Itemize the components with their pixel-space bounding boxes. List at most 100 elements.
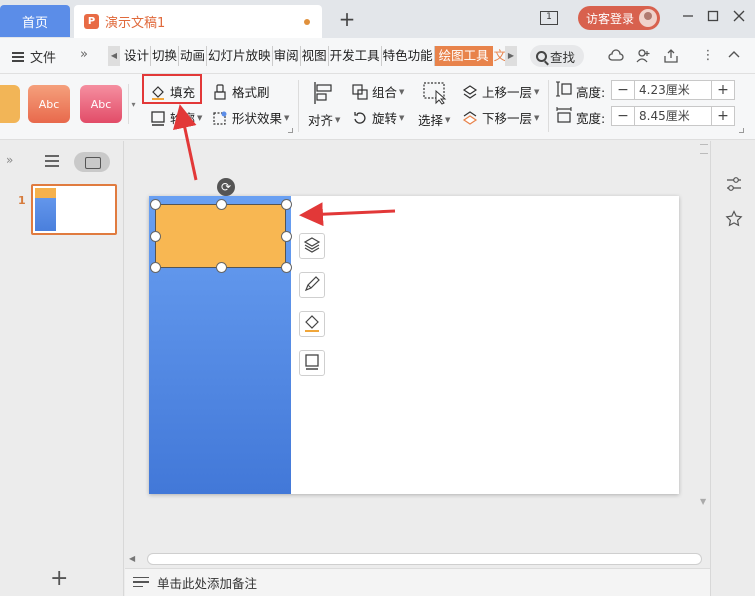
rotate-button[interactable]: 旋转 ▼: [352, 108, 404, 127]
window-count-badge[interactable]: 1: [540, 11, 558, 25]
notes-bar[interactable]: 单击此处添加备注: [125, 568, 710, 596]
slide[interactable]: ⟳: [149, 178, 679, 494]
format-painter-icon: [212, 83, 228, 100]
tab-slideshow[interactable]: 幻灯片放映: [207, 46, 273, 66]
guest-login-button[interactable]: 访客登录: [578, 6, 660, 30]
horizontal-scrollbar[interactable]: ◀: [125, 551, 710, 567]
shape-style-orange[interactable]: Abc: [28, 85, 70, 123]
slide-number: 1: [18, 194, 26, 207]
chevron-down-icon: ▼: [335, 115, 341, 124]
outline-tool[interactable]: [299, 350, 325, 376]
slide-view-icon[interactable]: [74, 152, 110, 172]
tab-review[interactable]: 审阅: [273, 46, 301, 66]
document-title: 演示文稿1: [105, 16, 166, 31]
file-menu[interactable]: 文件: [12, 47, 56, 66]
style-gallery-dropdown-icon[interactable]: ▾: [128, 84, 138, 124]
group-button[interactable]: 组合 ▼: [352, 82, 404, 101]
collapse-panel-icon[interactable]: »: [6, 153, 13, 167]
rotate-handle-icon[interactable]: ⟳: [217, 178, 235, 196]
new-tab-button[interactable]: +: [336, 8, 358, 30]
align-icon[interactable]: [312, 81, 336, 105]
width-input[interactable]: 8.45厘米: [634, 107, 712, 125]
send-backward-label: 下移一层: [482, 111, 533, 126]
resize-handle[interactable]: [281, 262, 292, 273]
resize-handle[interactable]: [281, 199, 292, 210]
right-toolbar: [710, 141, 755, 596]
tab-view[interactable]: 视图: [301, 46, 329, 66]
tab-drawing-tools[interactable]: 绘图工具: [434, 46, 493, 66]
resize-handle[interactable]: [281, 231, 292, 242]
expand-menu-icon[interactable]: »: [80, 47, 88, 62]
minimize-icon[interactable]: [678, 8, 698, 28]
select-button[interactable]: 选择 ▼: [418, 110, 450, 129]
tab-home[interactable]: 首页: [0, 5, 70, 37]
resize-handle[interactable]: [150, 231, 161, 242]
width-label: 宽度:: [576, 111, 606, 126]
collapse-ribbon-icon[interactable]: [726, 48, 742, 64]
fill-bucket-icon: [303, 314, 321, 335]
height-increase-button[interactable]: +: [712, 81, 734, 99]
shape-style-partial[interactable]: [0, 85, 20, 123]
outline-view-icon[interactable]: [45, 155, 59, 167]
shape-effects-button[interactable]: 形状效果 ▼: [212, 108, 289, 127]
tab-transitions[interactable]: 切换: [151, 46, 180, 66]
shape-effects-icon: [212, 110, 228, 126]
select-icon[interactable]: [422, 81, 448, 105]
ribbon-tabs: 设计 切换 动画 幻灯片放映 审阅 视图 开发工具 特色功能 绘图工具 文: [123, 46, 507, 66]
share-icon[interactable]: [663, 48, 679, 64]
bring-forward-label: 上移一层: [482, 85, 533, 100]
menu-row: 文件 » ◀ 设计 切换 动画 幻灯片放映 审阅 视图 开发工具 特色功能 绘图…: [0, 38, 755, 74]
tab-document[interactable]: P 演示文稿1: [74, 5, 322, 38]
outline-label: 轮廓: [170, 111, 196, 126]
width-decrease-button[interactable]: −: [612, 107, 634, 125]
collaborate-icon[interactable]: [635, 48, 651, 64]
cloud-icon[interactable]: [608, 48, 624, 64]
outline-button[interactable]: 轮廓 ▼: [150, 108, 202, 127]
menu-scroll-left-icon[interactable]: ◀: [108, 46, 120, 66]
height-input[interactable]: 4.23厘米: [634, 81, 712, 99]
rotate-icon: [352, 110, 368, 126]
dialog-launcher-icon[interactable]: [288, 128, 293, 133]
size-dialog-launcher-icon[interactable]: [739, 128, 744, 133]
resize-handle[interactable]: [150, 262, 161, 273]
pen-tool[interactable]: [299, 272, 325, 298]
chevron-down-icon: ▼: [399, 87, 405, 96]
scroll-thumb[interactable]: [700, 144, 708, 154]
unsaved-dot-icon[interactable]: [304, 19, 310, 25]
star-icon[interactable]: [724, 209, 744, 229]
tab-developer[interactable]: 开发工具: [329, 46, 382, 66]
send-backward-button[interactable]: 下移一层 ▼: [462, 108, 539, 127]
resize-handle[interactable]: [216, 262, 227, 273]
highlight-box: [142, 74, 202, 104]
resize-handle[interactable]: [150, 199, 161, 210]
tab-special-features[interactable]: 特色功能: [382, 46, 435, 66]
search-button[interactable]: 查找: [530, 45, 584, 67]
scroll-track[interactable]: [147, 553, 702, 565]
format-painter-button[interactable]: 格式刷: [212, 82, 270, 101]
tab-animation[interactable]: 动画: [179, 46, 208, 66]
bring-forward-button[interactable]: 上移一层 ▼: [462, 82, 539, 101]
slides-panel: » 1 +: [0, 141, 124, 596]
chevron-down-icon: ▼: [197, 113, 203, 122]
width-increase-button[interactable]: +: [712, 107, 734, 125]
slide-thumbnail[interactable]: [31, 184, 117, 235]
layers-tool[interactable]: [299, 233, 325, 259]
scroll-down-icon[interactable]: ▼: [700, 497, 706, 506]
menu-scroll-right-icon[interactable]: ▶: [505, 46, 517, 66]
shape-style-red[interactable]: Abc: [80, 85, 122, 123]
fill-tool[interactable]: [299, 311, 325, 337]
tab-design[interactable]: 设计: [123, 46, 152, 66]
height-stepper[interactable]: − 4.23厘米 +: [611, 80, 735, 100]
thumbnail-orange-shape: [35, 188, 56, 198]
width-stepper[interactable]: − 8.45厘米 +: [611, 106, 735, 126]
align-button[interactable]: 对齐 ▼: [308, 110, 340, 129]
vertical-scrollbar[interactable]: ▼: [698, 141, 710, 513]
properties-icon[interactable]: [724, 174, 744, 194]
close-icon[interactable]: [729, 8, 749, 28]
maximize-icon[interactable]: [703, 8, 723, 28]
resize-handle[interactable]: [216, 199, 227, 210]
add-slide-button[interactable]: +: [50, 566, 68, 591]
more-options-icon[interactable]: ⋮: [700, 48, 716, 64]
scroll-left-icon[interactable]: ◀: [129, 554, 135, 563]
height-decrease-button[interactable]: −: [612, 81, 634, 99]
